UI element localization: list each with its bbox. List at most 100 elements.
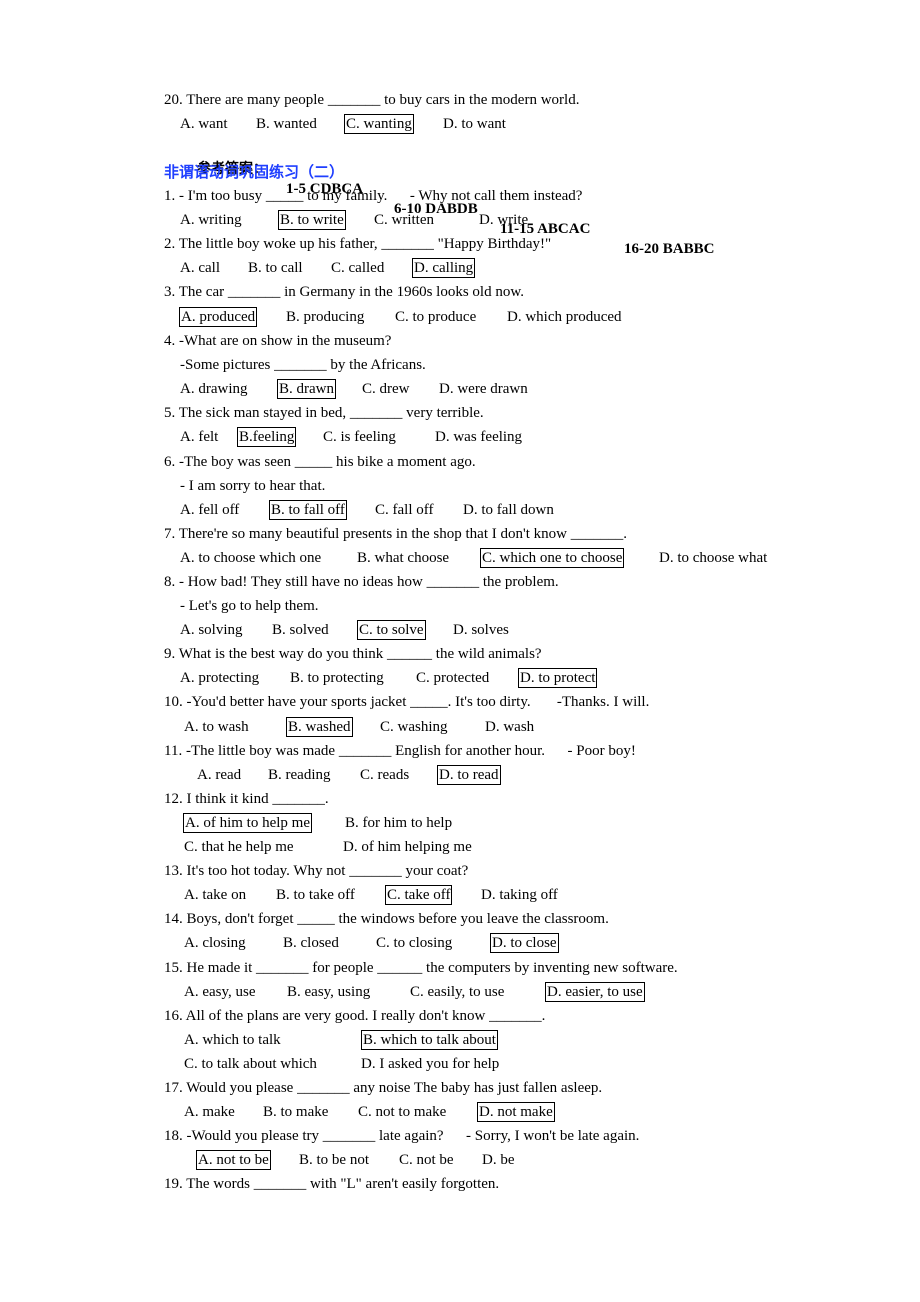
question-6-stem: 6. -The boy was seen _____ his bike a mo…	[164, 454, 476, 470]
question-6-option-d: D. to fall down	[463, 502, 554, 518]
question-14-option-a: A. closing	[184, 935, 246, 951]
question-7-stem: 7. There're so many beautiful presents i…	[164, 526, 627, 542]
question-18-option-a-correct: A. not to be	[196, 1150, 271, 1170]
question-16-option-a: A. which to talk	[184, 1032, 281, 1048]
question-17-option-a: A. make	[184, 1104, 235, 1120]
question-13-stem: 13. It's too hot today. Why not _______ …	[164, 863, 469, 879]
question-3-stem: 3. The car _______ in Germany in the 196…	[164, 284, 524, 300]
question-8-option-a: A. solving	[180, 622, 243, 638]
question-14-option-c: C. to closing	[376, 935, 453, 951]
question-16-option-b-correct: B. which to talk about	[361, 1030, 498, 1050]
question-2-option-d-correct: D. calling	[412, 258, 476, 278]
question-17-option-b: B. to make	[263, 1104, 329, 1120]
section-title: 非谓语动词巩固练习（二）	[164, 163, 345, 181]
question-12-option-b: B. for him to help	[345, 815, 453, 831]
question-3-option-a-correct: A. produced	[179, 307, 258, 327]
question-8-option-c-correct: C. to solve	[357, 620, 426, 640]
question-11-option-c: C. reads	[360, 767, 410, 783]
question-2-option-a: A. call	[180, 260, 220, 276]
question-13-option-b: B. to take off	[276, 887, 355, 903]
question-14-option-d-correct: D. to close	[490, 933, 559, 953]
question-13-option-d: D. taking off	[481, 887, 558, 903]
question-12-option-d: D. of him helping me	[343, 839, 472, 855]
question-18-option-c: C. not be	[399, 1152, 454, 1168]
question-15-option-c: C. easily, to use	[410, 984, 505, 1000]
question-11-option-b: B. reading	[268, 767, 331, 783]
question-4-option-a: A. drawing	[180, 381, 248, 397]
question-9-option-d-correct: D. to protect	[518, 668, 598, 688]
question-3-option-d: D. which produced	[507, 309, 622, 325]
answer-key-group-4: 16-20 BABBC	[624, 241, 715, 257]
question-4-option-b-correct: B. drawn	[277, 379, 336, 399]
question-2-option-c: C. called	[331, 260, 385, 276]
question-3-option-b: B. producing	[286, 309, 365, 325]
question-7-option-d: D. to choose what	[659, 550, 768, 566]
question-9-option-a: A. protecting	[180, 670, 260, 686]
question-15-option-d-correct: D. easier, to use	[545, 982, 645, 1002]
question-4-option-d: D. were drawn	[439, 381, 528, 397]
question-5-option-d: D. was feeling	[435, 429, 523, 445]
question-7-option-c-correct: C. which one to choose	[480, 548, 625, 568]
question-9-option-c: C. protected	[416, 670, 490, 686]
question-2-stem: 2. The little boy woke up his father, __…	[164, 236, 552, 252]
question-4-stem-line-2: -Some pictures _______ by the Africans.	[180, 357, 426, 373]
question-4-stem: 4. -What are on show in the museum?	[164, 333, 392, 349]
question-12-option-c: C. that he help me	[184, 839, 294, 855]
question-9-option-b: B. to protecting	[290, 670, 384, 686]
question-10-stem: 10. -You'd better have your sports jacke…	[164, 694, 650, 710]
question-17-stem: 17. Would you please _______ any noise T…	[164, 1080, 603, 1096]
question-5-stem: 5. The sick man stayed in bed, _______ v…	[164, 405, 484, 421]
question-6-option-a: A. fell off	[180, 502, 240, 518]
question-20-option-b: B. wanted	[256, 116, 317, 132]
question-20-option-a: A. want	[180, 116, 228, 132]
question-8-stem: 8. - How bad! They still have no ideas h…	[164, 574, 559, 590]
question-18-stem: 18. -Would you please try _______ late a…	[164, 1128, 640, 1144]
question-5-option-b-correct: B.feeling	[237, 427, 297, 447]
question-20-option-d: D. to want	[443, 116, 506, 132]
question-18-option-d: D. be	[482, 1152, 515, 1168]
question-14-stem: 14. Boys, don't forget _____ the windows…	[164, 911, 609, 927]
question-4-option-c: C. drew	[362, 381, 410, 397]
question-6-stem-line-2: - I am sorry to hear that.	[180, 478, 326, 494]
question-15-stem: 15. He made it _______ for people ______…	[164, 960, 678, 976]
question-1-option-b-correct: B. to write	[278, 210, 346, 230]
question-16-stem: 16. All of the plans are very good. I re…	[164, 1008, 546, 1024]
question-6-option-b-correct: B. to fall off	[269, 500, 347, 520]
question-15-option-b: B. easy, using	[287, 984, 371, 1000]
question-11-stem: 11. -The little boy was made _______ Eng…	[164, 743, 636, 759]
question-16-option-c: C. to talk about which	[184, 1056, 317, 1072]
question-15-option-a: A. easy, use	[184, 984, 256, 1000]
question-11-option-d-correct: D. to read	[437, 765, 501, 785]
question-10-option-d: D. wash	[485, 719, 535, 735]
question-13-option-a: A. take on	[184, 887, 247, 903]
question-14-option-b: B. closed	[283, 935, 339, 951]
question-7-option-b: B. what choose	[357, 550, 450, 566]
question-12-stem: 12. I think it kind _______.	[164, 791, 329, 807]
question-18-option-b: B. to be not	[299, 1152, 369, 1168]
question-2-option-b: B. to call	[248, 260, 303, 276]
question-8-stem-line-2: - Let's go to help them.	[180, 598, 319, 614]
question-10-option-a: A. to wash	[184, 719, 249, 735]
question-8-option-b: B. solved	[272, 622, 329, 638]
question-10-option-b-correct: B. washed	[286, 717, 353, 737]
question-13-option-c-correct: C. take off	[385, 885, 453, 905]
question-1-option-d: D. write	[479, 212, 529, 228]
question-5-option-c: C. is feeling	[323, 429, 396, 445]
question-16-option-d: D. I asked you for help	[361, 1056, 500, 1072]
question-17-option-c: C. not to make	[358, 1104, 447, 1120]
question-1-stem: 1. - I'm too busy _____ to my family. - …	[164, 188, 583, 204]
question-1-option-a: A. writing	[180, 212, 242, 228]
question-10-option-c: C. washing	[380, 719, 448, 735]
question-17-option-d-correct: D. not make	[477, 1102, 555, 1122]
question-7-option-a: A. to choose which one	[180, 550, 322, 566]
question-20-option-c-correct: C. wanting	[344, 114, 414, 134]
question-19-stem: 19. The words _______ with "L" aren't ea…	[164, 1176, 500, 1192]
question-12-option-a-correct: A. of him to help me	[183, 813, 312, 833]
question-5-option-a: A. felt	[180, 429, 219, 445]
question-1-option-c: C. written	[374, 212, 434, 228]
question-11-option-a: A. read	[197, 767, 242, 783]
question-20-stem: 20. There are many people _______ to buy…	[164, 92, 580, 108]
question-3-option-c: C. to produce	[395, 309, 477, 325]
question-9-stem: 9. What is the best way do you think ___…	[164, 646, 542, 662]
question-6-option-c: C. fall off	[375, 502, 434, 518]
